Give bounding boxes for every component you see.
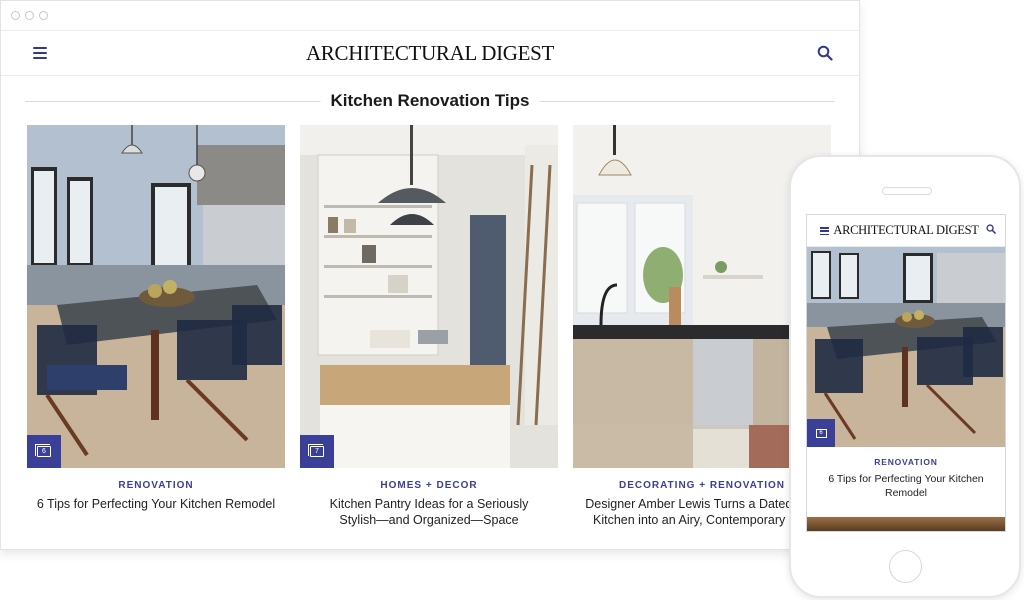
mobile-article-headline[interactable]: 6 Tips for Perfecting Your Kitchen Remod… xyxy=(807,472,1005,500)
window-close-dot[interactable] xyxy=(11,11,20,20)
mobile-screen: ARCHITECTURAL DIGEST 6 RENOVATION 6 Tips… xyxy=(806,214,1006,532)
window-maximize-dot[interactable] xyxy=(39,11,48,20)
article-headline-line1[interactable]: Kitchen Pantry Ideas for a Seriously xyxy=(300,496,558,512)
section-title: Kitchen Renovation Tips xyxy=(320,91,540,111)
mobile-article-rubric[interactable]: RENOVATION xyxy=(807,457,1005,467)
hamburger-menu-icon[interactable] xyxy=(33,47,47,59)
gallery-icon: 6 xyxy=(807,419,835,447)
article-rubric[interactable]: RENOVATION xyxy=(27,480,285,491)
article-rubric[interactable]: HOMES + DECOR xyxy=(300,480,558,491)
mobile-article-image[interactable]: 6 xyxy=(807,247,1005,447)
phone-speaker xyxy=(882,187,932,195)
mobile-phone-frame: ARCHITECTURAL DIGEST 6 RENOVATION 6 Tips… xyxy=(789,155,1021,598)
mobile-site-logo[interactable]: ARCHITECTURAL DIGEST xyxy=(833,223,979,238)
article-image-dining-kitchen[interactable]: 6 xyxy=(27,125,285,468)
search-icon[interactable] xyxy=(817,45,833,61)
next-article-image-peek[interactable] xyxy=(807,517,1005,531)
site-logo[interactable]: ARCHITECTURAL DIGEST xyxy=(306,41,554,66)
article-headline-line1[interactable]: 6 Tips for Perfecting Your Kitchen Remod… xyxy=(27,496,285,512)
article-card-kitchen-remodel[interactable]: 6 RENOVATION 6 Tips for Perfecting Your … xyxy=(27,125,285,512)
article-card-kitchen-pantry[interactable]: 7 HOMES + DECOR Kitchen Pantry Ideas for… xyxy=(300,125,558,528)
desktop-browser-window: ARCHITECTURAL DIGEST Kitchen Renovation … xyxy=(0,0,860,550)
gallery-count: 7 xyxy=(315,448,319,455)
section-heading: Kitchen Renovation Tips xyxy=(25,91,835,113)
browser-chrome xyxy=(1,1,859,31)
search-icon[interactable] xyxy=(986,224,996,234)
window-minimize-dot[interactable] xyxy=(25,11,34,20)
site-header: ARCHITECTURAL DIGEST xyxy=(1,31,859,76)
gallery-count: 6 xyxy=(819,430,823,436)
gallery-count: 6 xyxy=(42,448,46,455)
phone-home-button[interactable] xyxy=(889,550,922,583)
mobile-site-header: ARCHITECTURAL DIGEST xyxy=(807,215,1005,247)
gallery-icon: 6 xyxy=(27,435,61,468)
hamburger-menu-icon[interactable] xyxy=(820,227,829,235)
gallery-icon: 7 xyxy=(300,435,334,468)
article-headline-line2[interactable]: Stylish—and Organized—Space xyxy=(300,512,558,528)
article-image-pantry[interactable]: 7 xyxy=(300,125,558,468)
